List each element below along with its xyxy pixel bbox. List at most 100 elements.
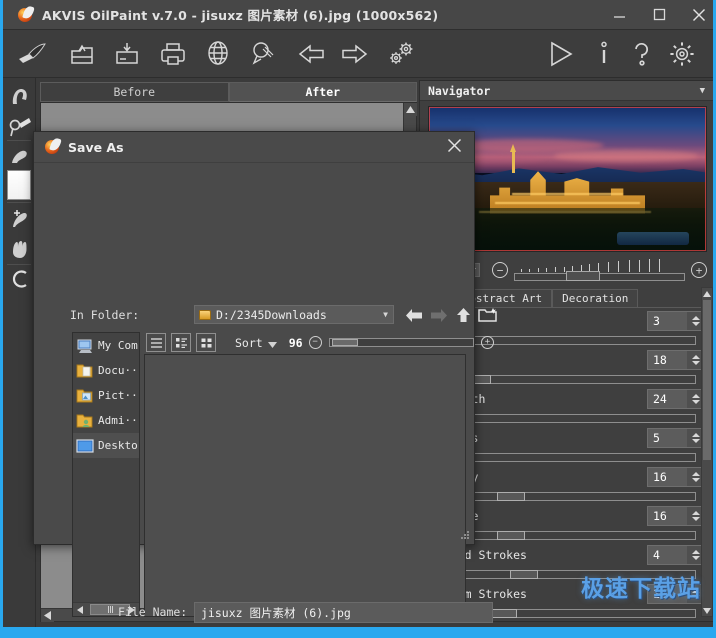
hand-tool-icon[interactable]: [5, 234, 35, 264]
maximize-button[interactable]: [639, 0, 679, 30]
preferences-icon[interactable]: [665, 38, 699, 70]
param-value: 18: [648, 353, 667, 367]
tab-decoration[interactable]: Decoration: [552, 289, 638, 308]
history-brush-tool-icon[interactable]: [5, 204, 35, 234]
param-spinner[interactable]: 16: [647, 467, 705, 487]
slider-thumb[interactable]: [497, 531, 525, 540]
dialog-close-button[interactable]: [447, 138, 462, 157]
save-as-dialog: Save As In Folder: D:/2345Downloads ▼: [33, 131, 475, 545]
scroll-left-icon[interactable]: [41, 609, 54, 622]
computer-icon: [76, 338, 94, 354]
undo-icon[interactable]: [295, 38, 329, 70]
color-swatch-white[interactable]: [7, 170, 31, 200]
resize-grip[interactable]: [460, 531, 470, 541]
settings-scroll-up-icon[interactable]: [702, 288, 712, 299]
icon-size-slider-thumb[interactable]: [332, 339, 358, 346]
zoom-tool-icon[interactable]: [5, 264, 35, 294]
parent-dir-button[interactable]: [452, 304, 474, 326]
in-folder-label: In Folder:: [70, 308, 139, 322]
smudge-tool-icon[interactable]: [5, 142, 35, 172]
forward-button[interactable]: [428, 304, 450, 326]
desktop-icon: [76, 438, 94, 454]
file-name-input[interactable]: jisuxz 图片素材 (6).jpg: [194, 602, 493, 623]
place-item-desktop[interactable]: Deskto: [73, 433, 139, 458]
zoom-in-button[interactable]: +: [691, 262, 707, 278]
documents-folder-icon: [76, 363, 94, 379]
place-label: Pict··: [98, 389, 138, 402]
batch-gears-icon[interactable]: [385, 38, 419, 70]
scroll-up-icon[interactable]: [404, 103, 417, 116]
navigator-header[interactable]: Navigator ▼: [420, 81, 715, 101]
settings-scroll-down-icon[interactable]: [702, 605, 712, 616]
param-value: 4: [648, 548, 660, 562]
zoom-out-button[interactable]: −: [492, 262, 508, 278]
param-spinner[interactable]: 3: [647, 311, 705, 331]
place-item-my-computer[interactable]: My Com··: [73, 333, 139, 358]
back-button[interactable]: [403, 304, 425, 326]
dialog-title: Save As: [68, 140, 124, 155]
param-spinner[interactable]: 5: [647, 428, 705, 448]
application-window: AKVIS OilPaint v.7.0 - jisuxz 图片素材 (6).j…: [0, 0, 716, 638]
param-spinner[interactable]: 4: [647, 545, 705, 565]
place-item-documents[interactable]: Docu··: [73, 358, 139, 383]
close-button[interactable]: [679, 0, 716, 30]
grid-view-icon[interactable]: [196, 333, 216, 352]
place-item-administrator[interactable]: Admi··: [73, 408, 139, 433]
publish-web-icon[interactable]: [201, 38, 235, 70]
stroke-direction-tool-icon[interactable]: [5, 112, 35, 142]
quick-preview-tool-icon[interactable]: [5, 82, 35, 112]
in-folder-combo[interactable]: D:/2345Downloads ▼: [194, 305, 394, 324]
open-image-icon[interactable]: [65, 38, 99, 70]
help-icon[interactable]: [625, 38, 659, 70]
main-toolbar: [3, 30, 716, 78]
tab-before[interactable]: Before: [40, 82, 229, 102]
window-controls: [599, 0, 716, 30]
chevron-down-icon[interactable]: ▼: [700, 86, 705, 96]
param-spinner[interactable]: 18: [647, 350, 705, 370]
slider-thumb[interactable]: [510, 570, 538, 579]
navigator-zoom-slider[interactable]: [514, 259, 685, 281]
settings-vertical-scrollbar[interactable]: [701, 287, 713, 617]
icon-size-increase-button[interactable]: +: [481, 336, 494, 349]
sort-dropdown-icon[interactable]: [268, 333, 277, 352]
comment-icon[interactable]: [246, 38, 280, 70]
oilpaint-logo-icon: [44, 139, 60, 155]
save-image-icon[interactable]: [110, 38, 144, 70]
folder-icon: [199, 310, 211, 320]
redo-icon[interactable]: [337, 38, 371, 70]
image-view-tabs: Before After: [40, 82, 417, 102]
run-icon[interactable]: [544, 38, 578, 70]
status-bar: [3, 627, 716, 635]
param-value: 5: [648, 431, 660, 445]
info-icon[interactable]: [587, 38, 621, 70]
place-item-pictures[interactable]: Pict··: [73, 383, 139, 408]
tab-after[interactable]: After: [229, 82, 418, 102]
param-value: 24: [648, 392, 667, 406]
param-value: 16: [648, 509, 667, 523]
print-icon[interactable]: [156, 38, 190, 70]
places-scroll-left-icon[interactable]: [74, 604, 86, 615]
detail-view-icon[interactable]: [171, 333, 191, 352]
zoom-track[interactable]: [514, 273, 685, 281]
sort-label[interactable]: Sort: [235, 336, 263, 350]
file-list-view[interactable]: [144, 354, 466, 617]
icon-size-slider[interactable]: [329, 338, 474, 347]
icon-size-decrease-button[interactable]: −: [309, 336, 322, 349]
list-view-icon[interactable]: [146, 333, 166, 352]
zoom-thumb[interactable]: [566, 271, 600, 281]
site-watermark: 极速下载站: [581, 569, 701, 603]
window-title: AKVIS OilPaint v.7.0 - jisuxz 图片素材 (6).j…: [42, 5, 438, 24]
settings-scroll-thumb[interactable]: [703, 300, 711, 460]
param-spinner[interactable]: 24: [647, 389, 705, 409]
oilpaint-logo-icon: [17, 7, 33, 23]
icon-size-value: 96: [289, 336, 303, 350]
new-folder-button[interactable]: [477, 304, 499, 326]
chevron-down-icon[interactable]: ▼: [383, 310, 388, 319]
slider-thumb[interactable]: [489, 609, 517, 618]
slider-thumb[interactable]: [497, 492, 525, 501]
param-spinner[interactable]: 16: [647, 506, 705, 526]
dialog-title-bar: Save As: [34, 132, 474, 163]
format-value: Joint Photographic Experts Group (*.jpg …: [201, 635, 513, 638]
minimize-button[interactable]: [599, 0, 639, 30]
brush-tool-icon[interactable]: [15, 38, 49, 70]
